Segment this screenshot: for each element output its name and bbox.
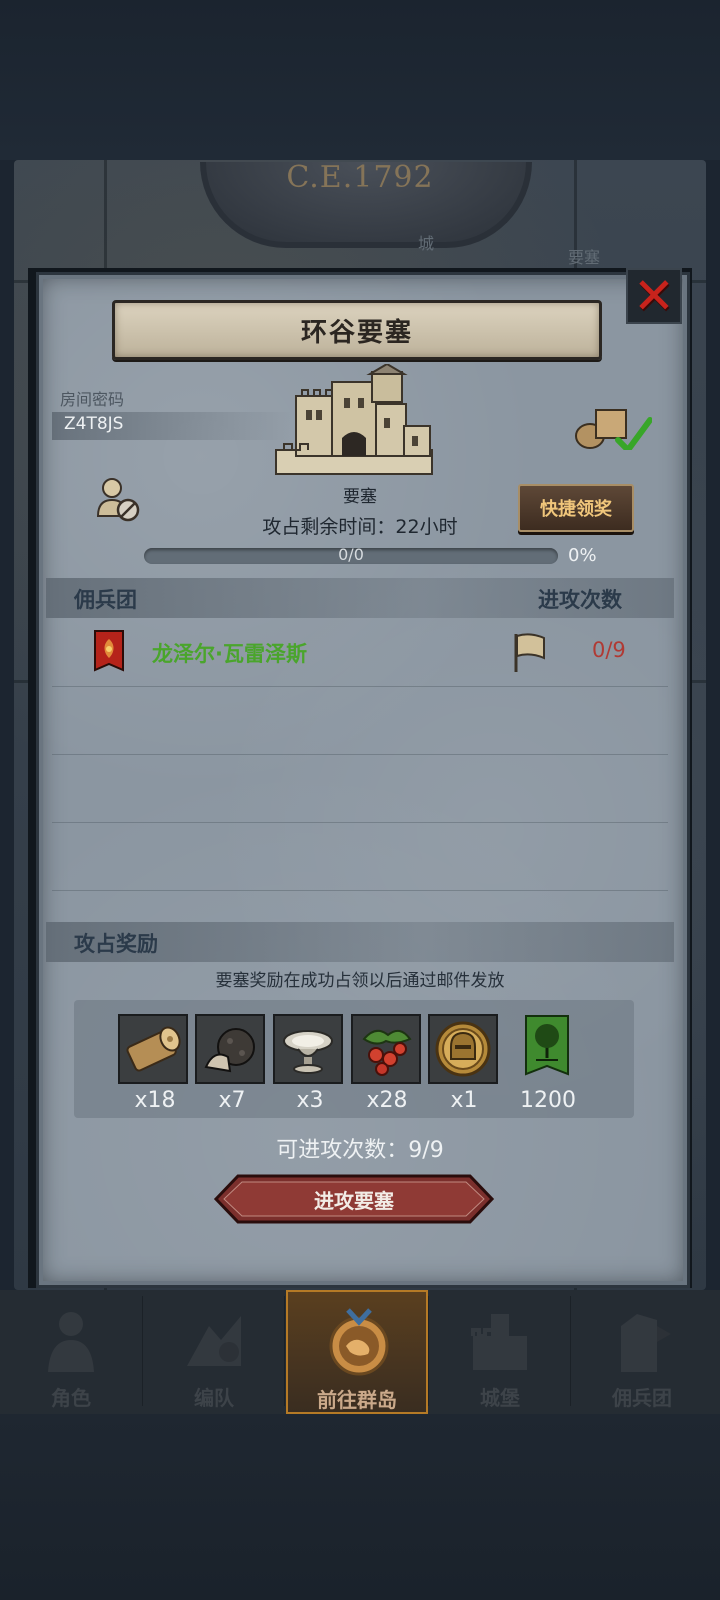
berries-icon [362,1029,412,1076]
reward-qty: x3 [296,1088,324,1113]
mercenary-name[interactable]: 龙泽尔·瓦雷泽斯 [152,638,307,668]
reward-qty: x7 [218,1088,246,1113]
title-banner: 环谷要塞 [112,300,602,360]
islands-icon [329,1308,389,1376]
castle-nav-icon [471,1314,527,1370]
capture-progress-bar: 0/0 [144,545,558,564]
formation-icon [187,1316,241,1366]
room-code-label: 房间密码 [60,390,125,409]
character-icon [48,1312,94,1372]
room-code-value[interactable]: Z4T8JS [64,414,123,434]
attacks-remaining: 可进攻次数：9/9 [276,1138,444,1163]
tree-banner-icon [525,1015,569,1076]
reward-item-wood[interactable] [118,1014,188,1084]
nav-castle[interactable]: 城堡 [429,1290,571,1414]
mercenary-attack-count: 0/9 [592,638,626,662]
nav-label: 佣兵团 [612,1386,672,1410]
reward-qty: x18 [134,1088,176,1113]
reward-qty: x28 [366,1088,408,1113]
bottom-band [0,1414,720,1600]
reward-item-dish[interactable] [273,1014,343,1084]
reward-item-berries[interactable] [351,1014,421,1084]
nav-mercenary[interactable]: 佣兵团 [571,1290,713,1414]
map-label-city: 城 [418,234,435,253]
reward-item-helmet-coin[interactable] [428,1014,498,1084]
guild-banner-icon [94,630,124,672]
row-divider [52,686,668,687]
quick-claim-label: 快捷领奖 [540,499,612,520]
map-label-fortress: 要塞 [568,248,601,267]
nav-label: 角色 [51,1386,91,1410]
truffle-icon [204,1028,255,1073]
wood-log-icon [126,1026,181,1072]
castle-icon [275,364,433,475]
top-band [0,0,720,160]
attack-count-header: 进攻次数 [538,588,622,612]
nav-divider [284,1296,285,1406]
knight-helmet-coin-icon [435,1021,491,1077]
mercenary-header: 佣兵团 [74,588,137,612]
era-label: C.E.1792 [286,160,434,195]
reward-item-tree-banner[interactable] [522,1014,592,1080]
attack-fortress-label: 进攻要塞 [314,1188,394,1213]
reward-qty: 1200 [520,1088,576,1113]
capture-progress-text: 0/0 [338,545,364,564]
silver-dish-icon [283,1030,333,1074]
nav-formation[interactable]: 编队 [143,1290,285,1414]
reward-item-truffle[interactable] [195,1014,265,1084]
nav-character[interactable]: 角色 [0,1290,142,1414]
quick-claim-button[interactable]: 快捷领奖 [518,484,634,532]
close-button[interactable]: ✕ [626,268,682,324]
dialog-title: 环谷要塞 [300,317,413,348]
loot-claimed-icon [575,409,652,450]
mercenary-icon [621,1314,671,1372]
row-divider [52,890,668,891]
rewards-header: 攻占奖励 [74,932,158,956]
nav-label: 前往群岛 [317,1388,397,1412]
nav-label: 城堡 [480,1386,520,1410]
nav-islands[interactable]: 前往群岛 [286,1290,428,1414]
attack-fortress-button[interactable]: 进攻要塞 [213,1174,495,1224]
capture-progress-percent: 0% [568,545,597,566]
row-divider [52,754,668,755]
nav-label: 编队 [194,1386,234,1410]
close-icon: ✕ [633,267,675,325]
reward-qty: x1 [450,1088,478,1113]
row-divider [52,822,668,823]
flag-icon [514,633,545,672]
reward-note: 要塞奖励在成功占领以后通过邮件发放 [215,971,505,991]
